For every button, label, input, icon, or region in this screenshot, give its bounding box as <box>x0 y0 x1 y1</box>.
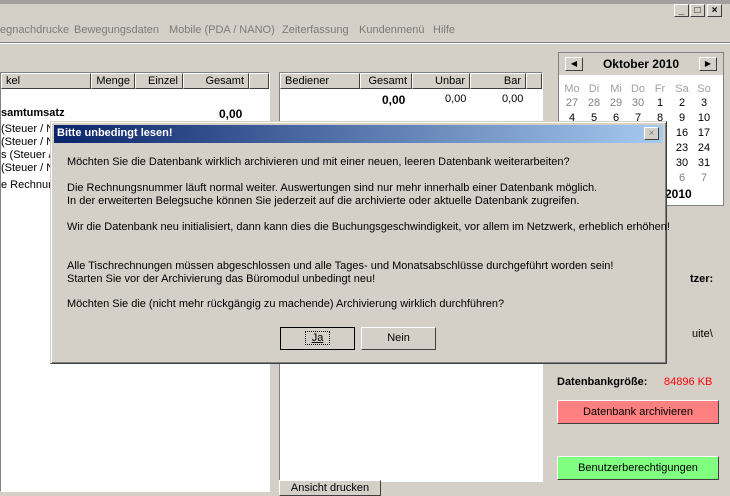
col-menge[interactable]: Menge <box>91 73 135 89</box>
total-value: 0,00 <box>219 107 243 121</box>
no-button-label: Nein <box>387 332 410 344</box>
dialog-text-speed: Wir die Datenbank neu initialisiert, dan… <box>67 221 670 233</box>
calendar-weekday: Sa <box>675 83 689 95</box>
col-bediener[interactable]: Bediener <box>280 73 360 89</box>
calendar-day[interactable]: 2 <box>671 97 693 109</box>
menu-hilfe[interactable]: Hilfe <box>433 24 455 36</box>
col-gesamt[interactable]: Gesamt <box>183 73 249 89</box>
minimize-button[interactable]: _ <box>674 4 689 17</box>
col-artikel[interactable]: kel <box>1 73 91 89</box>
dialog-text-requirements: Alle Tischrechnungen müssen abgeschlosse… <box>67 260 614 272</box>
db-size-label: Datenbankgröße: <box>557 376 648 388</box>
calendar-next-button[interactable]: ▶ <box>699 57 717 71</box>
table-row: (Steuer / N <box>1 162 55 174</box>
col-spacer <box>249 73 269 89</box>
calendar-weekday: Mi <box>610 83 622 95</box>
dialog-text-invoice: Die Rechnungsnummer läuft normal weiter.… <box>67 182 598 194</box>
calendar-day[interactable]: 30 <box>627 97 649 109</box>
calendar-weekday: Di <box>588 83 600 95</box>
row-gesamt: 0,00 <box>382 93 406 107</box>
calendar-day[interactable]: 31 <box>693 157 715 169</box>
menu-mobile[interactable]: Mobile (PDA / NANO) <box>169 24 275 36</box>
dialog-text-confirm: Möchten Sie die (nicht mehr rückgängig z… <box>67 298 505 310</box>
path-partial: uite\ <box>692 328 713 340</box>
calendar-day[interactable]: 16 <box>671 127 693 139</box>
close-button[interactable]: × <box>707 4 722 17</box>
invoice-footer: e Rechnun <box>1 179 55 191</box>
calendar-day[interactable]: 29 <box>605 97 627 109</box>
maximize-button[interactable]: □ <box>690 4 705 17</box>
yes-button-label: Ja <box>304 331 331 345</box>
calendar-day[interactable]: 27 <box>561 97 583 109</box>
print-view-button[interactable]: Ansicht drucken <box>279 480 381 496</box>
no-button[interactable]: Nein <box>361 327 436 350</box>
window-titlebar: _ □ × <box>0 0 730 22</box>
row-bar: 0,00 <box>502 93 524 105</box>
col-spacer-mid <box>526 73 542 89</box>
row-unbar: 0,00 <box>445 93 467 105</box>
dialog-title: Bitte unbedingt lesen! <box>57 127 173 139</box>
dialog-text-search: In der erweiterten Belegsuche können Sie… <box>67 195 580 207</box>
calendar-day[interactable]: 6 <box>671 172 693 184</box>
dialog-titlebar: Bitte unbedingt lesen! × <box>54 125 663 143</box>
calendar-weekday: Fr <box>654 83 666 95</box>
menu-zeiterfassung[interactable]: Zeiterfassung <box>282 24 349 36</box>
dialog-text-question: Möchten Sie die Datenbank wirklich archi… <box>67 156 570 168</box>
table-row: (Steuer / N <box>1 123 55 135</box>
menu-kundenmenue[interactable]: Kundenmenü <box>359 24 424 36</box>
col-einzel[interactable]: Einzel <box>135 73 183 89</box>
col-bar[interactable]: Bar <box>470 73 526 89</box>
calendar-day[interactable]: 7 <box>693 172 715 184</box>
dialog-close-icon[interactable]: × <box>644 127 659 140</box>
total-label: samtumsatz <box>1 107 65 119</box>
calendar-day[interactable]: 3 <box>693 97 715 109</box>
calendar-header: ◀ Oktober 2010 ▶ <box>559 53 723 75</box>
dialog-text-restart: Starten Sie vor der Archivierung das Bür… <box>67 273 376 285</box>
titlebar-band <box>0 0 730 4</box>
db-size-value: 84896 KB <box>664 376 713 388</box>
menu-bewegungsdaten[interactable]: Bewegungsdaten <box>74 24 159 36</box>
calendar-day[interactable]: 17 <box>693 127 715 139</box>
calendar-day[interactable]: 30 <box>671 157 693 169</box>
confirm-dialog: Bitte unbedingt lesen! × Möchten Sie die… <box>50 121 670 364</box>
user-rights-button[interactable]: Benutzerberechtigungen <box>557 456 719 480</box>
calendar-day[interactable]: 1 <box>649 97 671 109</box>
menu-belegnachdrucke[interactable]: egnachdrucke <box>0 24 69 36</box>
table-row: (Steuer / N <box>1 136 55 148</box>
yes-button[interactable]: Ja <box>280 327 355 350</box>
calendar-weekday: Mo <box>564 83 580 95</box>
menu-bar: egnachdrucke Bewegungsdaten Mobile (PDA … <box>0 22 730 40</box>
calendar-day[interactable]: 9 <box>671 112 693 124</box>
calendar-weekday: Do <box>630 83 646 95</box>
archive-database-button[interactable]: Datenbank archivieren <box>557 400 719 424</box>
calendar-day[interactable]: 10 <box>693 112 715 124</box>
user-label-partial: tzer: <box>690 273 714 285</box>
calendar-footer-year: 2010 <box>665 187 692 201</box>
menu-separator-light <box>0 43 730 44</box>
col-gesamt-mid[interactable]: Gesamt <box>360 73 412 89</box>
calendar-day[interactable]: 24 <box>693 142 715 154</box>
calendar-day[interactable]: 23 <box>671 142 693 154</box>
calendar-day[interactable]: 28 <box>583 97 605 109</box>
col-unbar[interactable]: Unbar <box>412 73 470 89</box>
calendar-weekday: So <box>697 83 711 95</box>
